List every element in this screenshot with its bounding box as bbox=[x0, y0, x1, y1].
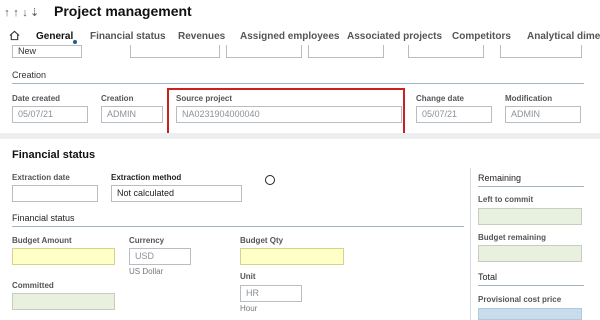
provisional-cost-price-label: Provisional cost price bbox=[478, 295, 562, 304]
currency-field[interactable]: USD bbox=[129, 248, 191, 265]
creation-section-label: Creation bbox=[12, 70, 47, 80]
currency-caption: US Dollar bbox=[129, 267, 164, 276]
currency-label: Currency bbox=[129, 236, 165, 245]
tab-revenues[interactable]: Revenues bbox=[178, 31, 225, 42]
financial-status-title: Financial status bbox=[12, 149, 96, 161]
modification-user-label: Modification bbox=[505, 94, 553, 103]
total-divider bbox=[478, 285, 584, 286]
tab-assigned-employees[interactable]: Assigned employees bbox=[240, 31, 339, 42]
budget-qty-label: Budget Qty bbox=[240, 236, 284, 245]
page-title: Project management bbox=[54, 3, 192, 19]
modification-user-field[interactable]: ADMIN bbox=[505, 106, 581, 123]
financial-status-divider bbox=[12, 226, 464, 227]
financial-status-subsection-label: Financial status bbox=[12, 213, 75, 223]
budget-amount-field[interactable] bbox=[12, 248, 115, 265]
top-row-field-5[interactable] bbox=[408, 45, 484, 58]
top-bar: ↑ ↑ ↓⇣ Project management bbox=[0, 0, 600, 26]
previous-record-arrow-icon[interactable]: ↑ bbox=[12, 7, 21, 19]
change-date-label: Change date bbox=[416, 94, 465, 103]
provisional-cost-price-field[interactable] bbox=[478, 308, 582, 320]
date-created-field[interactable]: 05/07/21 bbox=[12, 106, 88, 123]
tab-financial-status[interactable]: Financial status bbox=[90, 31, 166, 42]
last-record-arrow-icon[interactable]: ⇣ bbox=[30, 6, 39, 19]
unit-field[interactable]: HR bbox=[240, 285, 302, 302]
source-project-highlight bbox=[167, 88, 405, 136]
extraction-date-label: Extraction date bbox=[12, 173, 70, 182]
budget-remaining-label: Budget remaining bbox=[478, 233, 547, 242]
first-record-arrow-icon[interactable]: ↑ bbox=[3, 7, 12, 19]
left-to-commit-field[interactable] bbox=[478, 208, 582, 225]
next-record-arrow-icon[interactable]: ↓ bbox=[21, 7, 30, 19]
left-to-commit-label: Left to commit bbox=[478, 195, 534, 204]
tab-analytical-dimensions[interactable]: Analytical dimen bbox=[527, 31, 600, 42]
tab-general[interactable]: General bbox=[36, 31, 73, 42]
tab-competitors[interactable]: Competitors bbox=[452, 31, 511, 42]
committed-label: Committed bbox=[12, 281, 54, 290]
remaining-divider bbox=[478, 186, 584, 187]
unit-caption: Hour bbox=[240, 304, 258, 313]
tab-general-modified-dot bbox=[73, 40, 77, 44]
creation-user-field[interactable]: ADMIN bbox=[101, 106, 163, 123]
change-date-field[interactable]: 05/07/21 bbox=[416, 106, 492, 123]
section-separator bbox=[0, 133, 600, 139]
status-field[interactable]: New bbox=[12, 45, 82, 58]
top-row-field-3[interactable] bbox=[226, 45, 302, 58]
unit-label: Unit bbox=[240, 272, 256, 281]
committed-field[interactable] bbox=[12, 293, 115, 310]
tab-associated-projects[interactable]: Associated projects bbox=[347, 31, 442, 42]
budget-amount-label: Budget Amount bbox=[12, 236, 72, 245]
budget-qty-field[interactable] bbox=[240, 248, 344, 265]
budget-remaining-field[interactable] bbox=[478, 245, 582, 262]
remaining-column-divider bbox=[470, 168, 471, 320]
date-created-label: Date created bbox=[12, 94, 61, 103]
loading-cursor-icon bbox=[265, 175, 275, 185]
top-row-field-2[interactable] bbox=[130, 45, 220, 58]
extraction-method-label: Extraction method bbox=[111, 173, 182, 182]
remaining-title: Remaining bbox=[478, 173, 522, 183]
extraction-method-field[interactable]: Not calculated bbox=[111, 185, 242, 202]
top-row-field-4[interactable] bbox=[308, 45, 384, 58]
total-title: Total bbox=[478, 272, 498, 282]
top-row-field-6[interactable] bbox=[500, 45, 582, 58]
creation-user-label: Creation bbox=[101, 94, 134, 103]
extraction-date-field[interactable] bbox=[12, 185, 98, 202]
creation-divider bbox=[12, 83, 584, 84]
home-icon[interactable] bbox=[9, 30, 20, 41]
record-navigation: ↑ ↑ ↓⇣ bbox=[3, 6, 39, 19]
